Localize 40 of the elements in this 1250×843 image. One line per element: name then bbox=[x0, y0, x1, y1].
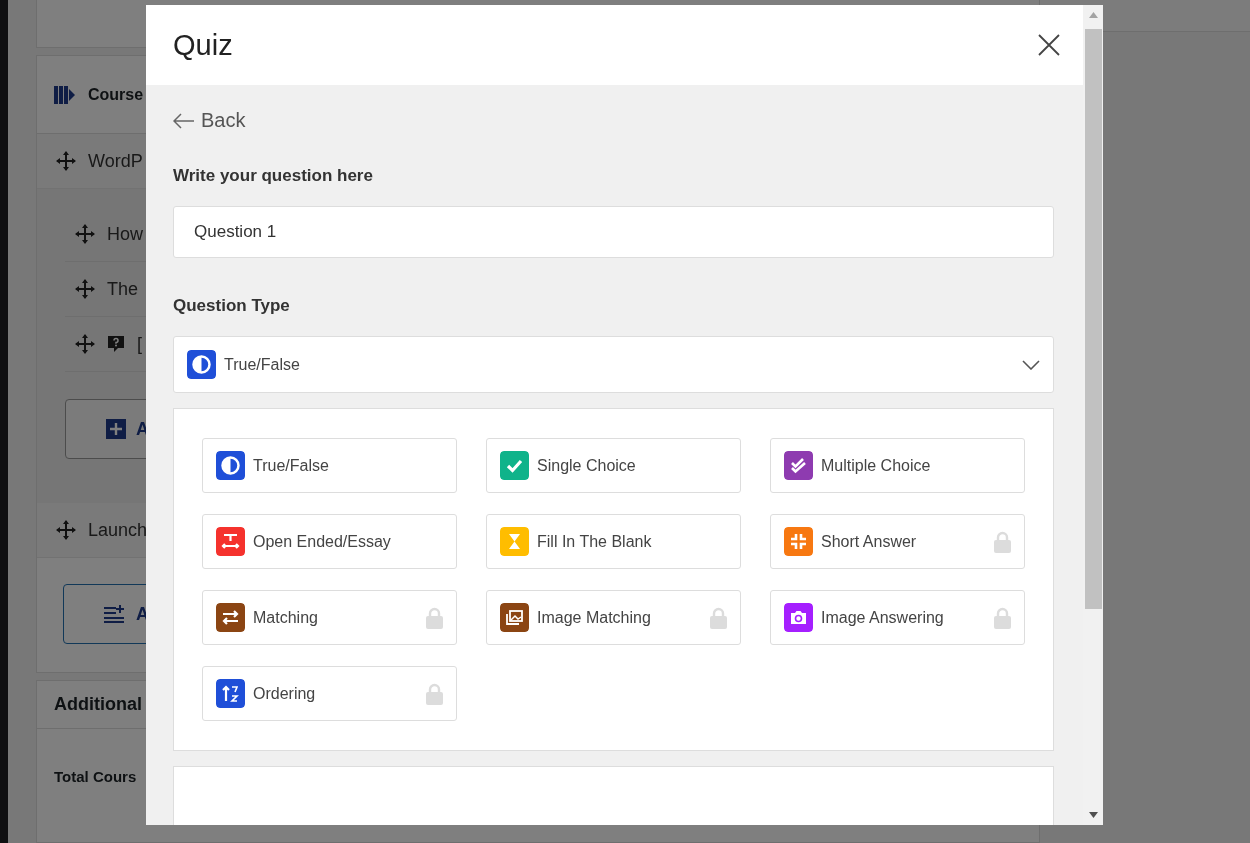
close-button[interactable] bbox=[1037, 33, 1061, 57]
topic-title: Launch bbox=[88, 519, 148, 541]
question-type-option[interactable]: Matching bbox=[202, 590, 457, 645]
question-type-option[interactable]: Single Choice bbox=[486, 438, 741, 493]
question-type-option[interactable]: Ordering bbox=[202, 666, 457, 721]
question-type-option[interactable]: Open Ended/Essay bbox=[202, 514, 457, 569]
books-icon bbox=[54, 85, 76, 104]
topic-title: WordP bbox=[88, 150, 143, 172]
quiz-icon bbox=[107, 335, 125, 353]
field-label: Write your question here bbox=[173, 166, 374, 186]
question-type-option[interactable]: Image Answering bbox=[770, 590, 1025, 645]
move-icon bbox=[75, 334, 95, 354]
section-title: Additional bbox=[54, 694, 142, 715]
chevron-down-icon bbox=[1022, 359, 1040, 370]
lesson-title: The bbox=[107, 278, 139, 300]
close-icon bbox=[1037, 33, 1061, 57]
question-type-option[interactable]: True/False bbox=[202, 438, 457, 493]
question-type-option[interactable]: Fill In The Blank bbox=[486, 514, 741, 569]
move-icon bbox=[56, 520, 76, 540]
question-type-option[interactable]: Short Answer bbox=[770, 514, 1025, 569]
list-plus-icon bbox=[104, 605, 126, 623]
scrollbar-thumb[interactable] bbox=[1084, 29, 1102, 609]
question-type-dropdown[interactable]: True/False bbox=[173, 336, 1054, 393]
lesson-title: [ bbox=[137, 333, 142, 355]
back-link[interactable]: Back bbox=[173, 109, 246, 132]
lesson-title: How bbox=[107, 223, 143, 245]
move-icon bbox=[56, 151, 76, 171]
question-type-option[interactable]: Image Matching bbox=[486, 590, 741, 645]
move-icon bbox=[75, 279, 95, 299]
plus-icon bbox=[106, 419, 126, 439]
section-title: Course bbox=[88, 85, 144, 104]
move-icon bbox=[75, 224, 95, 244]
question-input[interactable]: Question 1 bbox=[173, 206, 1054, 258]
scroll-down-icon bbox=[1088, 812, 1098, 818]
scroll-up-icon bbox=[1088, 12, 1098, 18]
field-label: Total Cours bbox=[54, 767, 137, 785]
question-type-option[interactable]: Multiple Choice bbox=[770, 438, 1025, 493]
field-label: Question Type bbox=[173, 296, 291, 316]
arrow-left-icon bbox=[173, 112, 195, 129]
modal-title: Quiz bbox=[173, 28, 233, 62]
